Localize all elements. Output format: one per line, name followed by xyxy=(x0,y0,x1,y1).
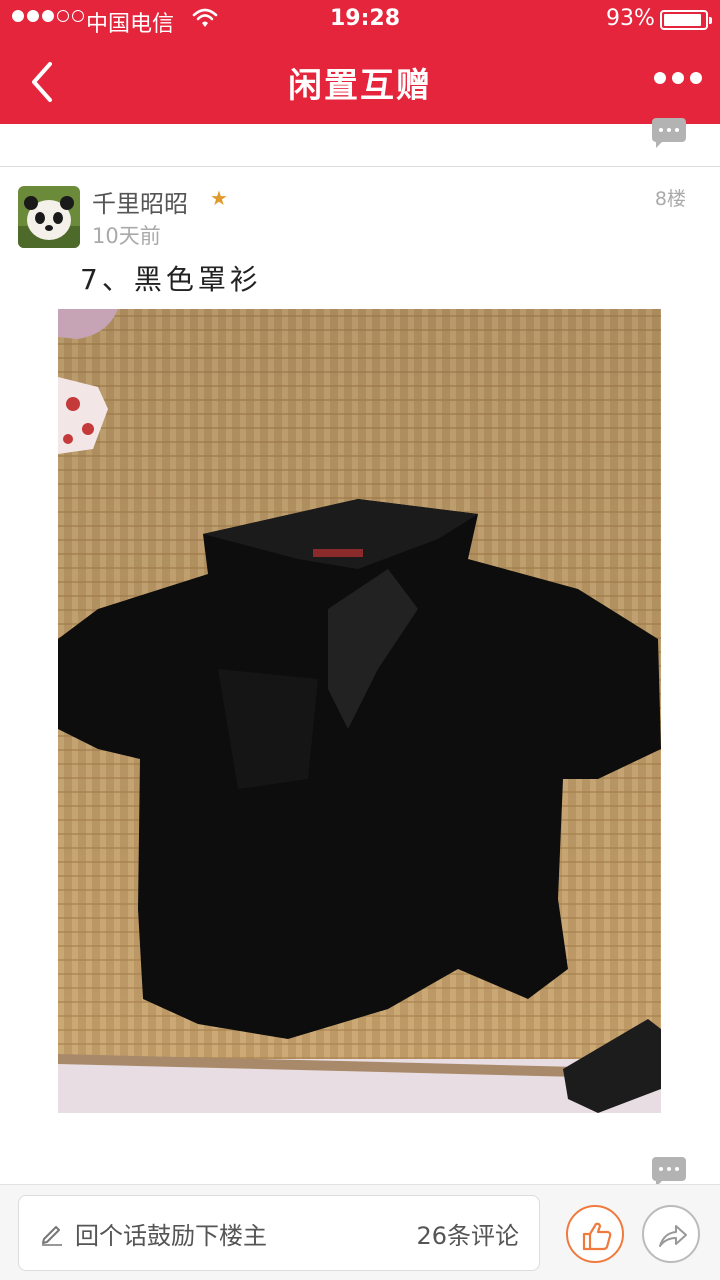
post-time: 10天前 xyxy=(92,224,161,248)
top-bar: 中国电信 19:28 93% 闲置互赠 xyxy=(0,0,720,124)
share-arrow-icon xyxy=(659,1225,687,1247)
like-button[interactable] xyxy=(566,1205,624,1263)
nav-bar: 闲置互赠 xyxy=(0,40,720,124)
username[interactable]: 千里昭昭 xyxy=(92,184,188,219)
status-bar: 中国电信 19:28 93% xyxy=(0,0,720,40)
battery-icon xyxy=(660,10,712,30)
battery-percent: 93% xyxy=(606,6,655,31)
thumbs-up-icon xyxy=(582,1222,612,1251)
bottom-bar: 回个话鼓励下楼主 26条评论 xyxy=(0,1184,720,1280)
reply-input[interactable]: 回个话鼓励下楼主 26条评论 xyxy=(18,1195,540,1271)
more-dots-icon[interactable] xyxy=(654,72,702,84)
star-icon: ★ xyxy=(210,186,228,210)
comment-bubble-icon[interactable] xyxy=(652,1157,686,1187)
reply-placeholder: 回个话鼓励下楼主 xyxy=(75,1222,267,1250)
divider xyxy=(0,166,720,167)
comment-count[interactable]: 26条评论 xyxy=(416,1216,519,1251)
clock: 19:28 xyxy=(330,6,401,31)
comment-bubble-icon[interactable] xyxy=(652,118,686,148)
page-title: 闲置互赠 xyxy=(288,66,432,106)
signal-strength-icon xyxy=(12,10,84,22)
post-text: 7、黑色罩衫 xyxy=(80,263,262,296)
share-button[interactable] xyxy=(642,1205,700,1263)
post-photo[interactable] xyxy=(58,309,661,1113)
wifi-icon xyxy=(192,8,218,27)
carrier-label: 中国电信 xyxy=(86,12,175,37)
floor-number: 8楼 xyxy=(654,188,686,210)
avatar[interactable] xyxy=(18,186,80,248)
pencil-icon xyxy=(42,1226,62,1246)
